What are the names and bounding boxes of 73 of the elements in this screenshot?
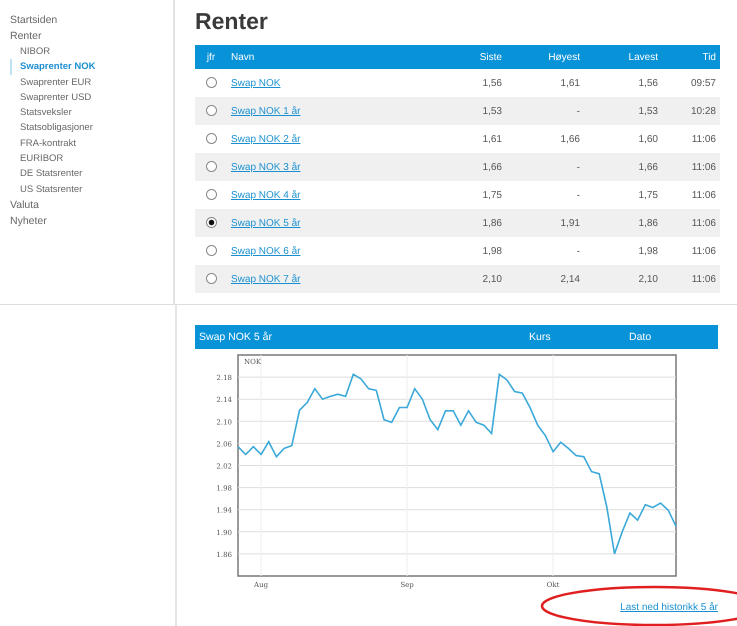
table-cell: 11:06 [692, 274, 716, 284]
table-cell: 1,60 [638, 134, 658, 144]
radio-button[interactable] [206, 133, 216, 144]
radio-button[interactable] [206, 77, 216, 88]
download-link[interactable]: Last ned historikk 5 år [620, 602, 718, 613]
radio-button[interactable] [206, 189, 216, 200]
table-cell: 1,56 [482, 78, 502, 88]
table-cell: 11:06 [692, 162, 716, 172]
rate-link[interactable]: Swap NOK 1 år [231, 106, 300, 116]
radio-button[interactable] [206, 217, 216, 228]
column-header: Siste [478, 52, 503, 62]
column-header: jfr [206, 52, 216, 62]
rate-link[interactable]: Swap NOK 6 år [231, 246, 300, 256]
table-cell: - [576, 106, 580, 116]
nav-subitem[interactable]: Statsveksler [10, 105, 72, 120]
table-cell: 09:57 [690, 78, 716, 88]
rate-link[interactable]: Swap NOK 4 år [231, 190, 300, 200]
nav-item[interactable]: Valuta [10, 196, 39, 213]
rate-link[interactable]: Swap NOK 5 år [231, 218, 300, 228]
table-cell: 1,56 [638, 78, 658, 88]
table-cell: 1,66 [560, 134, 580, 144]
table-cell: - [576, 246, 580, 256]
table-cell: 2,14 [560, 274, 580, 284]
nav-subitem[interactable]: Swaprenter USD [10, 90, 92, 106]
table-cell: 1,75 [482, 190, 502, 200]
table-cell: 2,10 [482, 274, 502, 284]
nav-item[interactable]: Nyheter [10, 212, 47, 229]
table-cell: 11:06 [692, 134, 716, 144]
rate-link[interactable]: Swap NOK 7 år [231, 274, 300, 284]
nav-subitem[interactable]: Swaprenter NOK [10, 59, 96, 75]
table-cell: 1,98 [638, 246, 658, 256]
nav-subitem[interactable]: NIBOR [10, 44, 50, 60]
nav-subitem[interactable]: US Statsrenter [10, 182, 82, 197]
nav-subitem[interactable]: DE Statsrenter [10, 166, 82, 182]
nav-item[interactable]: Startsiden [10, 12, 58, 28]
column-header: Lavest [628, 52, 659, 62]
table-cell: 1,91 [560, 218, 580, 228]
radio-button[interactable] [206, 245, 216, 256]
nav-subitem[interactable]: FRA-kontrakt [10, 136, 76, 152]
table-cell: 1,86 [638, 218, 658, 228]
nav-item[interactable]: Renter [10, 28, 42, 44]
chart-title: Swap NOK 5 år [198, 331, 273, 343]
nav-subitem[interactable]: EURIBOR [10, 151, 64, 166]
table-cell: 1,61 [560, 78, 580, 88]
table-cell: 1,66 [638, 162, 658, 172]
rate-link[interactable]: Swap NOK [231, 78, 280, 88]
column-header: Navn [230, 52, 256, 62]
rate-link[interactable]: Swap NOK 2 år [231, 134, 300, 144]
table-cell: 1,53 [638, 106, 658, 116]
column-header: Høyest [547, 52, 581, 62]
table-cell: 1,98 [482, 246, 502, 256]
nav-subitem[interactable]: Swaprenter EUR [10, 74, 92, 90]
table-cell: 2,10 [638, 274, 658, 284]
table-cell: - [576, 190, 580, 200]
column-header: Tid [701, 52, 717, 62]
column-header: Dato [629, 331, 652, 343]
nav-subitem[interactable]: Statsobligasjoner [10, 120, 93, 136]
table-cell: 11:06 [692, 218, 716, 228]
radio-button[interactable] [206, 161, 216, 172]
table-cell: 1,53 [482, 106, 502, 116]
radio-button[interactable] [206, 105, 216, 116]
table-cell: 1,75 [638, 190, 658, 200]
table-cell: 11:06 [692, 190, 716, 200]
radio-button[interactable] [206, 273, 216, 284]
page-heading: Renter [195, 8, 269, 35]
table-cell: 11:06 [692, 246, 716, 256]
table-cell: 1,86 [482, 218, 502, 228]
table-cell: 1,66 [482, 162, 502, 172]
rate-link[interactable]: Swap NOK 3 år [231, 162, 300, 172]
table-cell: 10:28 [690, 106, 716, 116]
table-cell: - [576, 162, 580, 172]
table-cell: 1,61 [482, 134, 502, 144]
column-header: Kurs [529, 331, 552, 343]
